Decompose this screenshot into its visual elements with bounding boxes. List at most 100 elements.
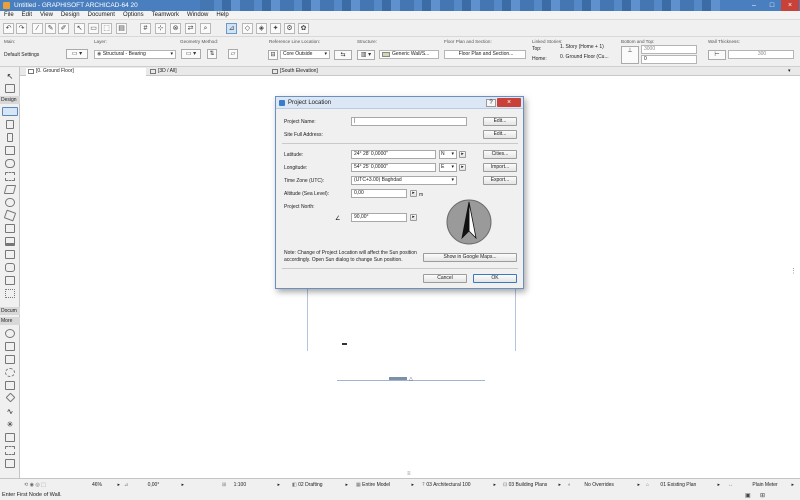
model-view-icon[interactable]: ✿: [298, 23, 309, 34]
menu-view[interactable]: View: [36, 11, 57, 20]
slab-tool-icon[interactable]: [5, 146, 15, 155]
wall-favorite-button[interactable]: ▭ ▾: [66, 49, 88, 59]
minimize-icon[interactable]: –: [745, 0, 763, 11]
help-icon[interactable]: ?: [486, 99, 496, 107]
undo-icon[interactable]: ↶: [3, 23, 14, 34]
renovation-filter-select[interactable]: ⌂ 01 Existing Plan ▸: [646, 481, 720, 489]
home-story-select[interactable]: 0. Ground Floor (Cu...: [558, 54, 614, 63]
edit-site-address-button[interactable]: Edit...: [483, 130, 517, 139]
suspend-groups-icon[interactable]: ⬚: [101, 23, 112, 34]
camera-tool-icon[interactable]: [5, 446, 15, 455]
marquee-tool-icon[interactable]: [5, 84, 15, 93]
morph-tool-icon[interactable]: [3, 209, 17, 222]
skylight-tool-icon[interactable]: [5, 342, 15, 351]
dimension-units-select[interactable]: ↔ Plain Meter ▸: [728, 481, 794, 489]
floor-plan-button[interactable]: Floor Plan and Section...: [444, 50, 526, 59]
flip-icon[interactable]: ⇅: [207, 49, 217, 59]
tabs-dropdown-icon[interactable]: ▾: [786, 68, 798, 76]
tab-south-elevation[interactable]: [South Elevation]: [270, 68, 430, 76]
arrange-icon[interactable]: ⇄: [185, 23, 196, 34]
zoom-value[interactable]: 46% ▸: [64, 481, 120, 489]
project-name-input[interactable]: |: [351, 117, 467, 126]
zoom-icon[interactable]: ⌕: [200, 23, 211, 34]
shell-tool-icon[interactable]: [5, 198, 15, 207]
wall-offset-input[interactable]: 0: [641, 55, 697, 64]
hotspot-tool-icon[interactable]: ✳: [5, 420, 15, 429]
maximize-icon[interactable]: □: [763, 0, 781, 11]
navigation-icons[interactable]: ⟲ ◉ ◎ ⬚: [24, 481, 46, 489]
arrow-tool-icon[interactable]: ↖: [5, 72, 15, 81]
inject-icon[interactable]: ✐: [58, 23, 69, 34]
model-view-options-select[interactable]: ⊡ 03 Building Plans ▸: [503, 481, 561, 489]
curtain-wall-tool-icon[interactable]: [5, 224, 15, 233]
project-north-input[interactable]: 90,00°: [351, 213, 407, 222]
ref-offset-icon[interactable]: ⇆: [334, 50, 352, 60]
menu-help[interactable]: Help: [212, 11, 232, 20]
wall-tool-icon[interactable]: ⊿: [226, 23, 237, 34]
railing-tool-icon[interactable]: [5, 172, 15, 181]
menu-file[interactable]: File: [0, 11, 18, 20]
corner-window-tool-icon[interactable]: [5, 381, 15, 390]
wall-tool-icon[interactable]: [2, 107, 18, 116]
latitude-input[interactable]: 24° 28' 0,0000": [351, 150, 436, 159]
design-section-label[interactable]: Design: [0, 96, 20, 104]
zone-tool-icon[interactable]: [5, 276, 15, 285]
menu-edit[interactable]: Edit: [18, 11, 36, 20]
layer-combination-select[interactable]: ◧ 02 Drafting ▸: [292, 481, 348, 489]
timezone-select[interactable]: (UTC+3.00) Baghdad ▾: [351, 176, 457, 185]
worksheet-tool-icon[interactable]: [5, 459, 15, 468]
longitude-input[interactable]: 54° 25' 0,0000": [351, 163, 436, 172]
model-view-select[interactable]: ▦ Entire Model ▸: [356, 481, 414, 489]
close-window-icon[interactable]: ×: [781, 0, 799, 11]
slant-wall-icon[interactable]: ▱: [228, 49, 238, 59]
ref-line-select[interactable]: Core Outside ▾: [280, 50, 330, 59]
scale-select[interactable]: ⊞ 1:100 ▸: [222, 481, 280, 489]
column-tool-icon[interactable]: [6, 120, 14, 129]
tab-ground-floor[interactable]: [0. Ground Floor]: [26, 68, 146, 76]
scroll-right-icon[interactable]: ⋮: [790, 267, 797, 275]
object-tool-icon[interactable]: [5, 263, 15, 272]
lamp-tool-icon[interactable]: [5, 329, 15, 338]
window-tool-icon[interactable]: [5, 250, 15, 259]
settings-icon[interactable]: ⚙: [284, 23, 295, 34]
menu-document[interactable]: Document: [84, 11, 119, 20]
menu-window[interactable]: Window: [183, 11, 212, 20]
spline-tool-icon[interactable]: ∿: [5, 407, 15, 416]
section-icon[interactable]: ◈: [256, 23, 267, 34]
structure-select[interactable]: Generic Wall/S...: [379, 50, 439, 59]
latitude-hemisphere-select[interactable]: N ▾: [439, 150, 457, 159]
ok-button[interactable]: OK: [473, 274, 517, 283]
geometry-method-button[interactable]: ▭ ▾: [181, 49, 201, 59]
wall-height-input[interactable]: 3000: [641, 45, 697, 54]
beam-tool-icon[interactable]: [7, 133, 13, 142]
mesh-tool-icon[interactable]: [5, 289, 15, 298]
export-button[interactable]: Export...: [483, 176, 517, 185]
door-tool-icon[interactable]: [5, 237, 15, 246]
layer-select[interactable]: ◉ Structural - Bearing ▾: [94, 50, 176, 59]
arrow-select-icon[interactable]: ↖: [74, 23, 85, 34]
altitude-expand-icon[interactable]: ▸: [410, 190, 417, 197]
tab-3d-all[interactable]: [3D / All]: [148, 68, 266, 76]
3d-view-icon[interactable]: ◇: [242, 23, 253, 34]
wall-thickness-input[interactable]: 300: [728, 50, 794, 59]
light-tool-icon[interactable]: [5, 368, 15, 377]
marquee-icon[interactable]: ▭: [88, 23, 99, 34]
cancel-button[interactable]: Cancel: [423, 274, 467, 283]
roof-tool-icon[interactable]: [3, 185, 17, 194]
menu-options[interactable]: Options: [119, 11, 148, 20]
north-compass-icon[interactable]: [445, 198, 493, 246]
longitude-expand-icon[interactable]: ▸: [459, 164, 466, 171]
scroll-up-icon[interactable]: ≡: [407, 471, 411, 477]
edit-project-name-button[interactable]: Edit...: [483, 117, 517, 126]
render-icon[interactable]: ✦: [270, 23, 281, 34]
layers-icon[interactable]: ▤: [116, 23, 127, 34]
wall-end-tool-icon[interactable]: [5, 355, 15, 364]
grid-snap-icon[interactable]: #: [140, 23, 151, 34]
close-icon[interactable]: ×: [497, 98, 521, 107]
rotation-value[interactable]: ⊿ 0,00° ▸: [124, 481, 184, 489]
redo-icon[interactable]: ↷: [16, 23, 27, 34]
menu-teamwork[interactable]: Teamwork: [148, 11, 183, 20]
stair-tool-icon[interactable]: [5, 159, 15, 168]
document-section-label[interactable]: Docum: [0, 307, 20, 315]
magic-wand-icon[interactable]: ⁄: [32, 23, 43, 34]
